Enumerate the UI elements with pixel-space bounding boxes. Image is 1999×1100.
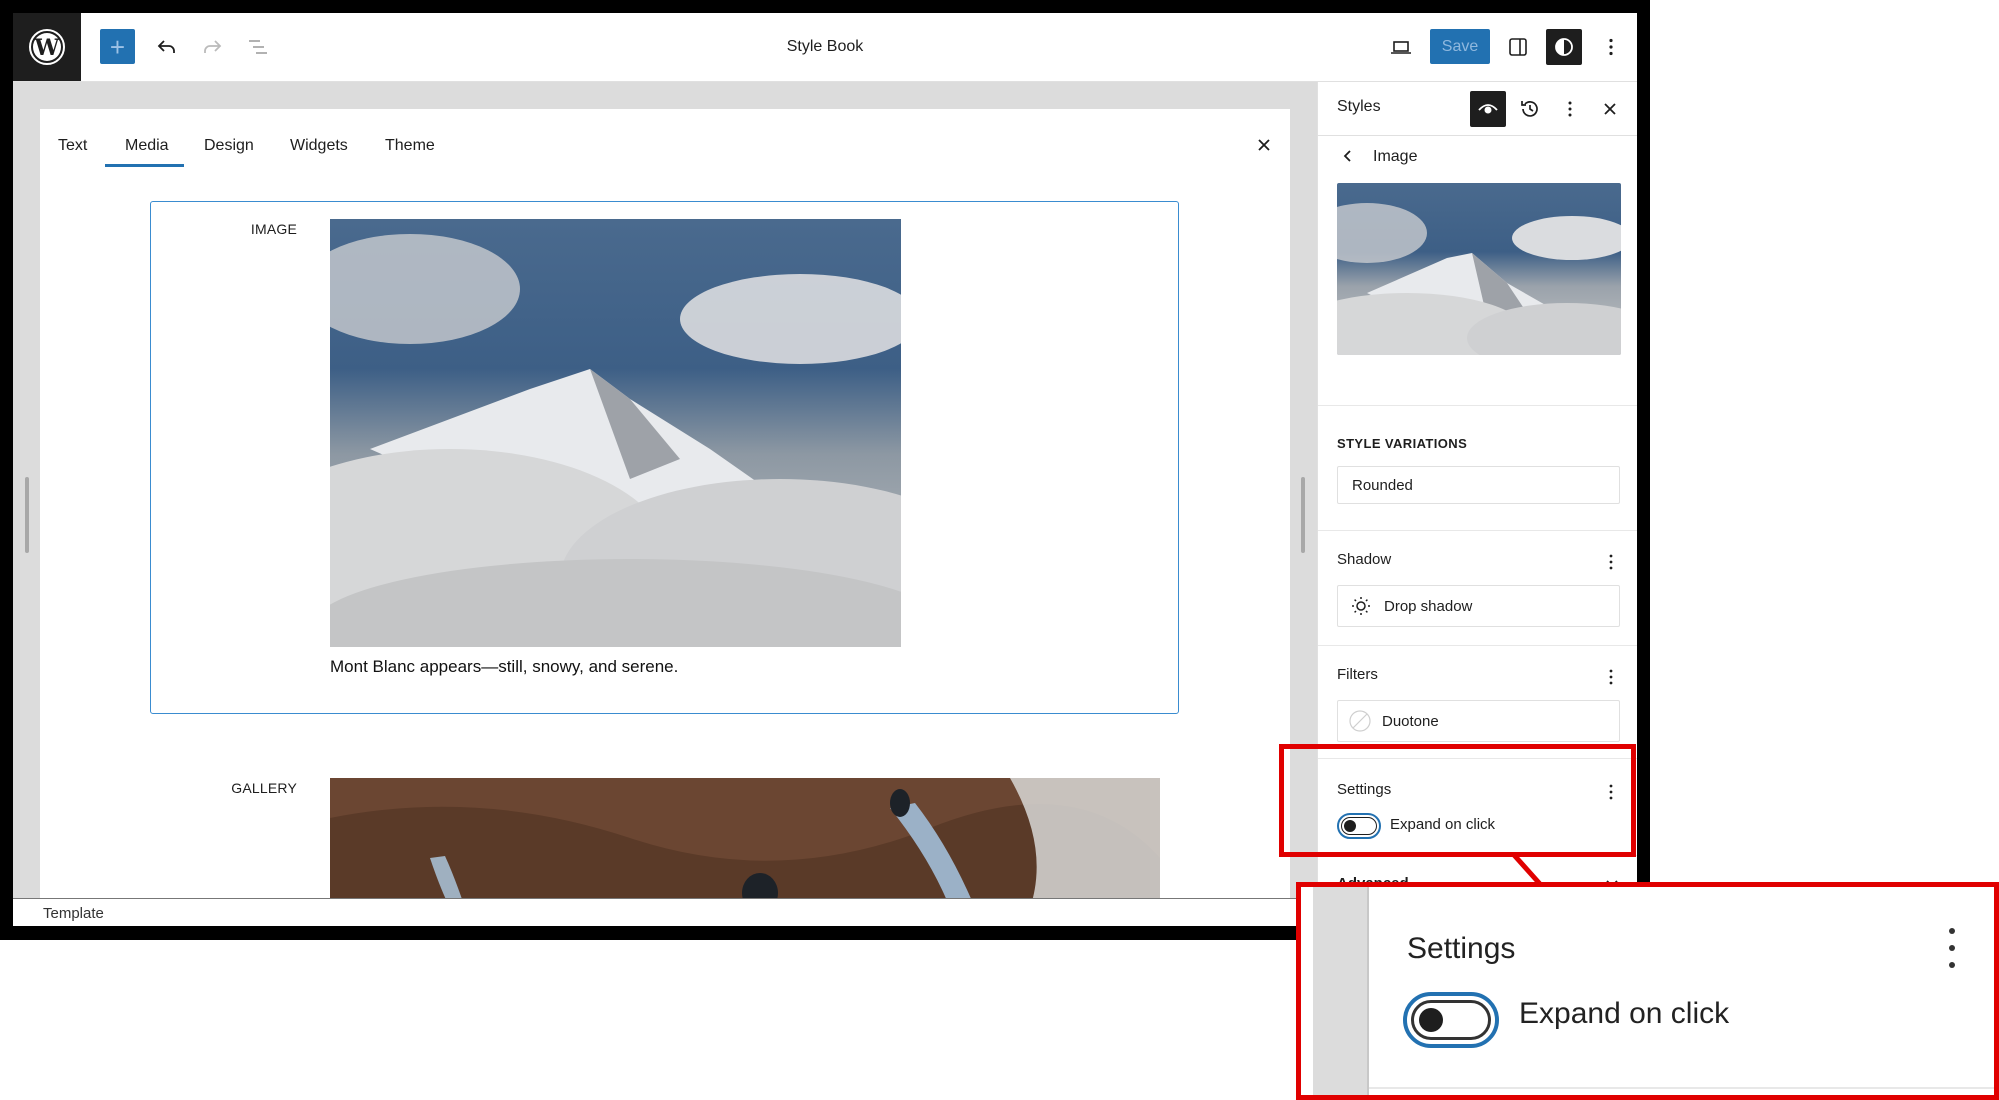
- kebab-menu-icon: [1609, 554, 1613, 570]
- kebab-menu-icon: [1568, 101, 1572, 117]
- style-book-toggle-button[interactable]: [1470, 91, 1506, 127]
- half-circle-contrast-icon: [1555, 38, 1573, 56]
- sun-shadow-icon: [1352, 597, 1370, 615]
- resize-handle-left[interactable]: [25, 477, 29, 553]
- block-preview-image: [1337, 183, 1621, 355]
- save-button[interactable]: Save: [1430, 29, 1490, 64]
- document-title[interactable]: Style Book: [787, 38, 863, 56]
- duotone-item[interactable]: Duotone: [1337, 700, 1620, 742]
- back-button[interactable]: [1336, 144, 1360, 168]
- wordpress-logo-icon[interactable]: W: [13, 13, 81, 81]
- style-book-panel: Text Media Design Widgets Theme Image: [40, 109, 1290, 898]
- preview-button[interactable]: [1383, 29, 1419, 65]
- settings-sidebar-button[interactable]: [1500, 29, 1536, 65]
- breadcrumb-template[interactable]: Template: [43, 905, 104, 922]
- style-variations-heading: Style Variations: [1337, 436, 1468, 451]
- chevron-left-icon: [1343, 150, 1351, 162]
- image-section-label: Image: [250, 221, 297, 237]
- callout-canvas-strip: [1313, 887, 1369, 1095]
- editor-canvas: Text Media Design Widgets Theme Image: [13, 82, 1317, 898]
- svg-text:W: W: [34, 35, 60, 61]
- close-icon: [1604, 103, 1616, 115]
- mont-blanc-image[interactable]: [330, 219, 901, 647]
- undo-icon: [157, 40, 175, 53]
- tab-text[interactable]: Text: [58, 126, 87, 166]
- inserter-button[interactable]: +: [100, 29, 135, 64]
- style-variation-rounded[interactable]: Rounded: [1337, 466, 1620, 504]
- kebab-menu-icon: [1609, 669, 1613, 685]
- kebab-menu-icon: [1949, 928, 1955, 968]
- callout-toggle-knob: [1419, 1008, 1443, 1032]
- list-view-icon: [249, 40, 267, 54]
- options-button[interactable]: [1593, 29, 1629, 65]
- callout-settings-heading: Settings: [1407, 932, 1516, 965]
- highlight-box: [1279, 744, 1636, 857]
- close-style-book-button[interactable]: [1246, 127, 1282, 163]
- divider: [1318, 645, 1637, 646]
- laptop-icon: [1391, 41, 1411, 54]
- tab-widgets[interactable]: Widgets: [290, 126, 348, 166]
- drop-shadow-label: Drop shadow: [1384, 597, 1473, 615]
- history-icon: [1521, 101, 1538, 117]
- editor-header: W + Style Book Save: [13, 13, 1637, 82]
- callout-divider: [1369, 1087, 1994, 1089]
- revisions-button[interactable]: [1512, 91, 1548, 127]
- callout-options-button: [1937, 923, 1967, 973]
- block-title: Image: [1373, 148, 1418, 165]
- tab-media[interactable]: Media: [125, 126, 169, 166]
- filters-options-button[interactable]: [1599, 665, 1623, 689]
- tab-theme[interactable]: Theme: [385, 126, 435, 166]
- filters-heading: Filters: [1337, 666, 1378, 683]
- divider: [1318, 405, 1637, 406]
- gallery-image[interactable]: [330, 778, 1160, 898]
- editor-footer: Template: [13, 898, 1317, 926]
- divider: [1318, 530, 1637, 531]
- eye-icon: [1478, 104, 1498, 114]
- active-tab-indicator: [105, 164, 184, 167]
- redo-icon: [204, 40, 222, 53]
- resize-handle-right[interactable]: [1301, 477, 1305, 553]
- callout-toggle: [1403, 992, 1499, 1048]
- close-icon: [1258, 139, 1270, 151]
- list-view-button[interactable]: [240, 29, 276, 65]
- no-color-swatch-icon: [1349, 710, 1371, 732]
- callout-toggle-label: Expand on click: [1519, 997, 1730, 1030]
- tab-design[interactable]: Design: [204, 126, 254, 166]
- gallery-section-label: Gallery: [231, 780, 297, 796]
- drop-shadow-item[interactable]: Drop shadow: [1337, 585, 1620, 627]
- shadow-options-button[interactable]: [1599, 550, 1623, 574]
- shadow-heading: Shadow: [1337, 551, 1392, 568]
- sidebar-toggle-icon: [1509, 38, 1527, 56]
- style-variation-label: Rounded: [1352, 476, 1413, 494]
- sidebar-title: Styles: [1337, 98, 1381, 115]
- kebab-menu-icon: [1609, 38, 1613, 56]
- zoom-callout: Settings Expand on click: [1296, 882, 1999, 1100]
- callout-toggle-track: [1411, 1000, 1491, 1040]
- image-caption: Mont Blanc appears—still, snowy, and ser…: [330, 657, 679, 676]
- undo-button[interactable]: [149, 29, 185, 65]
- styles-actions-button[interactable]: [1552, 91, 1588, 127]
- styles-button[interactable]: [1546, 29, 1582, 65]
- duotone-label: Duotone: [1382, 712, 1439, 730]
- close-sidebar-button[interactable]: [1592, 91, 1628, 127]
- plus-icon: +: [109, 31, 126, 62]
- redo-button[interactable]: [194, 29, 230, 65]
